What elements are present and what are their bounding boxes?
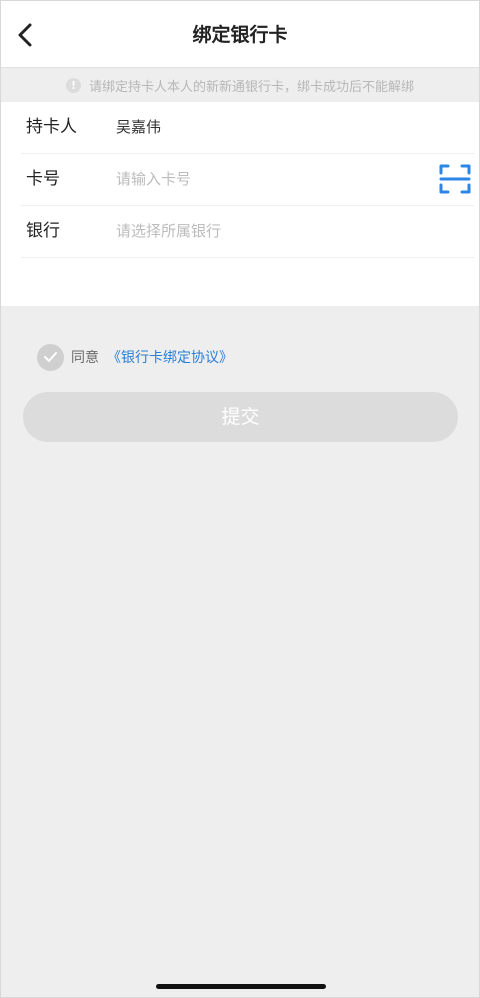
holder-row: 持卡人 吴嘉伟 [21, 102, 474, 154]
scan-icon [439, 164, 471, 194]
card-number-label: 卡号 [26, 169, 60, 189]
home-indicator [156, 984, 326, 989]
agreement-row: 同意 《银行卡绑定协议》 [37, 343, 233, 371]
screen: 绑定银行卡 ! 请绑定持卡人本人的新新通银行卡，绑卡成功后不能解绑 持卡人 吴嘉… [0, 0, 480, 998]
bank-row: 银行 请选择所属银行 [21, 206, 474, 258]
bank-select[interactable]: 请选择所属银行 [116, 206, 221, 257]
bank-label: 银行 [26, 221, 60, 241]
submit-button[interactable]: 提交 [23, 392, 458, 442]
notice-bar: ! 请绑定持卡人本人的新新通银行卡，绑卡成功后不能解绑 [1, 68, 479, 102]
agreement-link[interactable]: 《银行卡绑定协议》 [107, 347, 233, 367]
agree-checkbox[interactable] [37, 343, 64, 371]
check-icon [44, 352, 57, 362]
bind-card-form: 持卡人 吴嘉伟 卡号 请输入卡号 银行 请选择所属银行 [1, 102, 479, 306]
page-title: 绑定银行卡 [192, 24, 288, 46]
nav-bar: 绑定银行卡 [1, 1, 479, 68]
card-number-input[interactable]: 请输入卡号 [116, 154, 191, 205]
holder-value: 吴嘉伟 [116, 118, 162, 136]
holder-label: 持卡人 [26, 117, 77, 137]
scan-card-button[interactable] [439, 163, 471, 195]
agree-label: 同意 [71, 350, 99, 366]
notice-text: 请绑定持卡人本人的新新通银行卡，绑卡成功后不能解绑 [88, 79, 414, 95]
card-number-row: 卡号 请输入卡号 [21, 154, 474, 206]
info-icon: ! [65, 77, 81, 93]
